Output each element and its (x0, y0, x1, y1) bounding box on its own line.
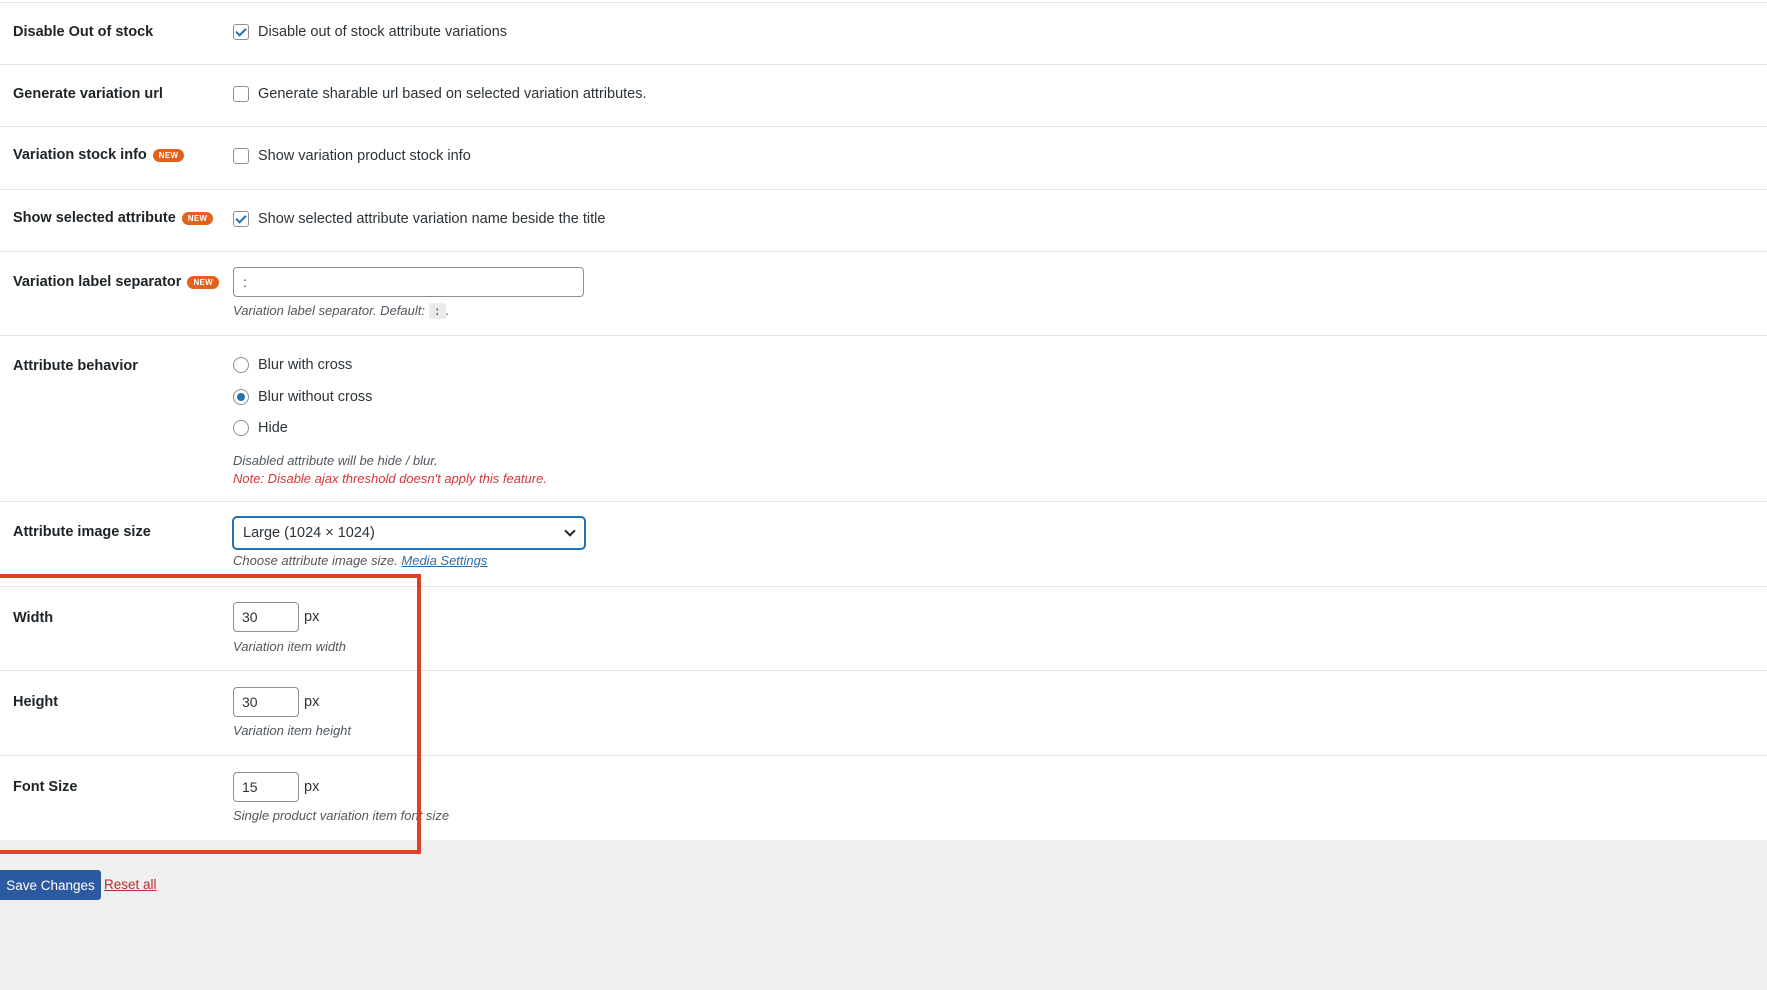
radio-blur-without-cross[interactable]: Blur without cross (233, 389, 372, 405)
generate-variation-url-label: Generate variation url (13, 86, 163, 102)
radio-blur-with-cross-label[interactable]: Blur with cross (258, 357, 352, 373)
row-attribute-behavior: Attribute behavior Blur with cross Blur … (0, 336, 1767, 502)
show-selected-attribute-label: Show selected attribute NEW (13, 210, 214, 226)
radio-blur-with-cross-button[interactable] (233, 357, 249, 373)
media-settings-link[interactable]: Media Settings (401, 553, 487, 568)
show-selected-attribute-control[interactable]: Show selected attribute variation name b… (233, 211, 605, 227)
separator-desc-suffix: . (445, 303, 450, 318)
row-variation-stock-info: Variation stock info NEW Show variation … (0, 127, 1767, 190)
attribute-image-size-desc: Choose attribute image size. Media Setti… (233, 553, 487, 568)
new-badge: NEW (181, 211, 214, 225)
annotation-highlight-box (0, 574, 421, 854)
show-selected-attribute-checkbox-label[interactable]: Show selected attribute variation name b… (258, 211, 605, 227)
disable-out-of-stock-checkbox-label[interactable]: Disable out of stock attribute variation… (258, 24, 507, 40)
variation-label-separator-input[interactable]: : (233, 267, 584, 297)
reset-all-link[interactable]: Reset all (104, 877, 157, 892)
radio-blur-with-cross[interactable]: Blur with cross (233, 357, 352, 373)
radio-hide-button[interactable] (233, 420, 249, 436)
radio-blur-without-cross-label[interactable]: Blur without cross (258, 389, 372, 405)
generate-variation-url-checkbox-label[interactable]: Generate sharable url based on selected … (258, 86, 647, 102)
variation-stock-info-label: Variation stock info NEW (13, 147, 185, 163)
variation-stock-info-checkbox-label[interactable]: Show variation product stock info (258, 148, 471, 164)
save-changes-button[interactable]: Save Changes (0, 870, 101, 900)
variation-label-separator-label-text: Variation label separator (13, 274, 182, 290)
row-disable-out-of-stock: Disable Out of stock Disable out of stoc… (0, 3, 1767, 65)
radio-hide-label[interactable]: Hide (258, 420, 288, 436)
variation-label-separator-desc: Variation label separator. Default: :. (233, 303, 450, 319)
attribute-image-size-select[interactable]: Large (1024 × 1024) (233, 517, 585, 549)
row-show-selected-attribute: Show selected attribute NEW Show selecte… (0, 190, 1767, 252)
separator-default-code: : (428, 303, 446, 319)
variation-stock-info-control[interactable]: Show variation product stock info (233, 148, 471, 164)
attribute-behavior-label: Attribute behavior (13, 358, 138, 374)
attribute-image-size-selected: Large (1024 × 1024) (243, 525, 375, 541)
show-selected-attribute-label-text: Show selected attribute (13, 210, 176, 226)
separator-desc-prefix: Variation label separator. Default: (233, 303, 425, 318)
variation-label-separator-label: Variation label separator NEW (13, 274, 220, 290)
generate-variation-url-control[interactable]: Generate sharable url based on selected … (233, 86, 647, 102)
attribute-behavior-desc: Disabled attribute will be hide / blur. (233, 453, 438, 468)
disable-out-of-stock-label: Disable Out of stock (13, 24, 154, 40)
show-selected-attribute-checkbox[interactable] (233, 211, 249, 227)
disable-out-of-stock-checkbox[interactable] (233, 24, 249, 40)
attribute-image-size-desc-text: Choose attribute image size. (233, 553, 398, 568)
new-badge: NEW (152, 148, 185, 162)
row-variation-label-separator: Variation label separator NEW : Variatio… (0, 252, 1767, 336)
radio-hide[interactable]: Hide (233, 420, 288, 436)
variation-stock-info-checkbox[interactable] (233, 148, 249, 164)
new-badge: NEW (187, 275, 220, 289)
radio-blur-without-cross-button[interactable] (233, 389, 249, 405)
row-generate-variation-url: Generate variation url Generate sharable… (0, 65, 1767, 127)
attribute-image-size-label: Attribute image size (13, 524, 151, 540)
chevron-down-icon (564, 525, 576, 537)
variation-stock-info-label-text: Variation stock info (13, 147, 147, 163)
generate-variation-url-checkbox[interactable] (233, 86, 249, 102)
disable-out-of-stock-control[interactable]: Disable out of stock attribute variation… (233, 24, 507, 40)
attribute-behavior-note: Note: Disable ajax threshold doesn't app… (233, 471, 547, 486)
